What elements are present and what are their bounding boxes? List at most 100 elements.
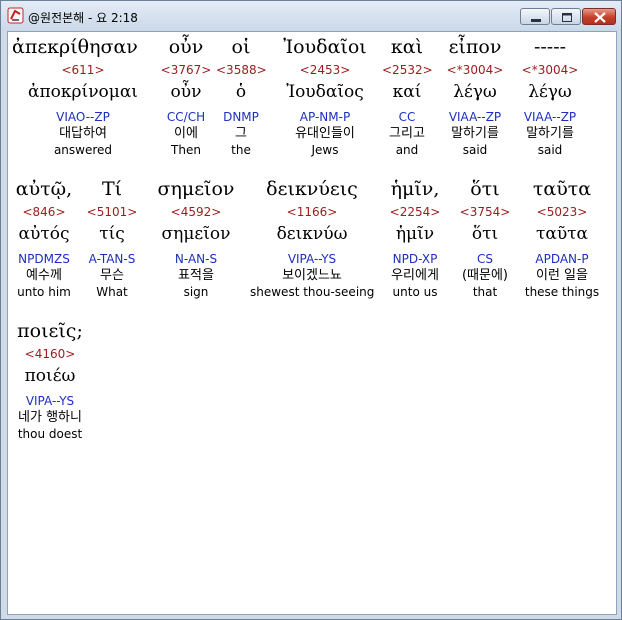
word-cell[interactable]: Ἰουδαῖοι <2453> Ἰουδαῖος AP-NM-P 유대인들이 J… [274, 34, 376, 158]
word-cell[interactable]: ----- <*3004> λέγω VIAA--ZP 말하기를 said [516, 34, 584, 158]
greek-word: ----- [533, 36, 567, 58]
english-gloss: Then [171, 143, 201, 157]
strong-number[interactable]: <2254> [380, 203, 450, 221]
word-cell[interactable]: Τί <5101> τίς A-TAN-S 무슨 What [84, 176, 140, 300]
morphology-code[interactable]: AP-NM-P [274, 105, 376, 125]
greek-word: δεικνύεις [266, 178, 358, 200]
english-gloss: the [231, 143, 251, 157]
greek-word: ἀπεκρίθησαν [12, 36, 138, 58]
korean-gloss: 그 [235, 126, 247, 141]
korean-gloss: 그리고 [389, 126, 425, 141]
greek-word: ἡμῖν, [390, 178, 440, 200]
greek-word: ὅτι [470, 178, 500, 200]
korean-gloss: 네가 행하니 [18, 410, 82, 425]
strong-number[interactable]: <3767> [158, 61, 214, 79]
lemma: ὅτι [471, 224, 499, 244]
korean-gloss: 말하기를 [526, 126, 574, 141]
morphology-code[interactable]: A-TAN-S [84, 247, 140, 267]
word-cell[interactable]: καὶ <2532> καί CC 그리고 and [382, 34, 433, 158]
morphology-code[interactable]: DNMP [216, 105, 266, 125]
word-cell[interactable]: ἡμῖν, <2254> ἡμῖν NPD-XP 우리에게 unto us [380, 176, 450, 300]
minimize-button[interactable] [520, 8, 550, 25]
app-icon [7, 7, 24, 24]
interlinear-view: ἀπεκρίθησαν <611> ἀποκρίνομαι VIAO--ZP 대… [7, 31, 617, 615]
maximize-button[interactable] [551, 8, 581, 25]
word-cell[interactable]: ἀπεκρίθησαν <611> ἀποκρίνομαι VIAO--ZP 대… [8, 34, 158, 158]
lemma: ποιέω [24, 366, 76, 386]
greek-word: καὶ [390, 36, 424, 58]
title-bar[interactable]: @원전본해 - 요 2:18 [1, 1, 621, 31]
strong-number[interactable]: <2453> [274, 61, 376, 79]
morphology-code[interactable]: VIAO--ZP [8, 105, 158, 125]
close-button[interactable] [582, 8, 616, 25]
morphology-code[interactable]: CC [382, 105, 432, 125]
app-window: @원전본해 - 요 2:18 ἀπεκρίθησαν <611> ἀποκρίν… [0, 0, 622, 620]
english-gloss: and [395, 143, 419, 157]
english-gloss: unto us [392, 285, 438, 299]
morphology-code[interactable]: VIPA--YS [8, 389, 92, 409]
korean-gloss: 유대인들이 [295, 126, 355, 141]
korean-gloss: 말하기를 [451, 126, 499, 141]
greek-word: σημεῖον [157, 178, 235, 200]
strong-number[interactable]: <5101> [84, 203, 140, 221]
word-cell[interactable]: ποιεῖς; <4160> ποιέω VIPA--YS 네가 행하니 tho… [8, 318, 92, 442]
korean-gloss: 보이겠느뇨 [282, 268, 342, 283]
lemma: δεικνύω [276, 224, 348, 244]
lemma: ταῦτα [535, 224, 589, 244]
morphology-code[interactable]: CC/CH [158, 105, 214, 125]
lemma: τίς [99, 224, 125, 244]
lemma: ἀποκρίνομαι [28, 82, 138, 102]
korean-gloss: 이에 [174, 126, 198, 141]
window-title: @원전본해 - 요 2:18 [28, 11, 138, 25]
strong-number[interactable]: <4592> [146, 203, 246, 221]
korean-gloss: 우리에게 [391, 268, 439, 283]
strong-number[interactable]: <*3004> [516, 61, 584, 79]
greek-word: οὖν [168, 36, 204, 58]
word-cell[interactable]: σημεῖον <4592> σημεῖον N-AN-S 표적을 sign [146, 176, 246, 300]
strong-number[interactable]: <846> [8, 203, 80, 221]
morphology-code[interactable]: NPDMZS [8, 247, 80, 267]
lemma: καί [392, 82, 422, 102]
morphology-code[interactable]: CS [454, 247, 516, 267]
greek-word: εἶπον [448, 36, 502, 58]
english-gloss: unto him [17, 285, 71, 299]
english-gloss: thou doest [17, 427, 83, 441]
strong-number[interactable]: <1166> [250, 203, 374, 221]
lemma: αὐτός [18, 224, 70, 244]
minimize-icon [531, 19, 541, 22]
word-cell[interactable]: δεικνύεις <1166> δεικνύω VIPA--YS 보이겠느뇨 … [250, 176, 374, 300]
korean-gloss: 무슨 [100, 268, 124, 283]
word-cell[interactable]: ταῦτα <5023> ταῦτα APDAN-P 이런 일을 these t… [520, 176, 604, 300]
english-gloss: that [472, 285, 498, 299]
close-icon [594, 12, 606, 23]
strong-number[interactable]: <4160> [8, 345, 92, 363]
strong-number[interactable]: <611> [8, 61, 158, 79]
greek-word: Τί [101, 178, 123, 200]
word-cell[interactable]: αὐτῷ, <846> αὐτός NPDMZS 예수께 unto him [8, 176, 80, 300]
korean-gloss: (때문에) [461, 268, 509, 283]
greek-word: Ἰουδαῖοι [283, 36, 367, 58]
morphology-code[interactable]: APDAN-P [520, 247, 604, 267]
strong-number[interactable]: <3588> [216, 61, 267, 79]
strong-number[interactable]: <*3004> [440, 61, 510, 79]
maximize-icon [562, 13, 572, 22]
word-cell[interactable]: εἶπον <*3004> λέγω VIAA--ZP 말하기를 said [440, 34, 510, 158]
word-cell[interactable]: ὅτι <3754> ὅτι CS (때문에) that [454, 176, 516, 300]
strong-number[interactable]: <5023> [520, 203, 604, 221]
english-gloss: shewest thou-seeing [250, 285, 375, 299]
greek-word: ποιεῖς; [17, 320, 83, 342]
word-cell[interactable]: οὖν <3767> οὖν CC/CH 이에 Then [158, 34, 214, 158]
lemma: λέγω [453, 82, 497, 102]
morphology-code[interactable]: VIAA--ZP [516, 105, 584, 125]
word-cell[interactable]: οἱ <3588> ὁ DNMP 그 the [216, 34, 267, 158]
morphology-code[interactable]: VIPA--YS [250, 247, 374, 267]
lemma: ἡμῖν [395, 224, 435, 244]
morphology-code[interactable]: N-AN-S [146, 247, 246, 267]
morphology-code[interactable]: NPD-XP [380, 247, 450, 267]
english-gloss: sign [183, 285, 209, 299]
english-gloss: these things [524, 285, 600, 299]
strong-number[interactable]: <3754> [454, 203, 516, 221]
english-gloss: said [462, 143, 488, 157]
strong-number[interactable]: <2532> [382, 61, 433, 79]
morphology-code[interactable]: VIAA--ZP [440, 105, 510, 125]
